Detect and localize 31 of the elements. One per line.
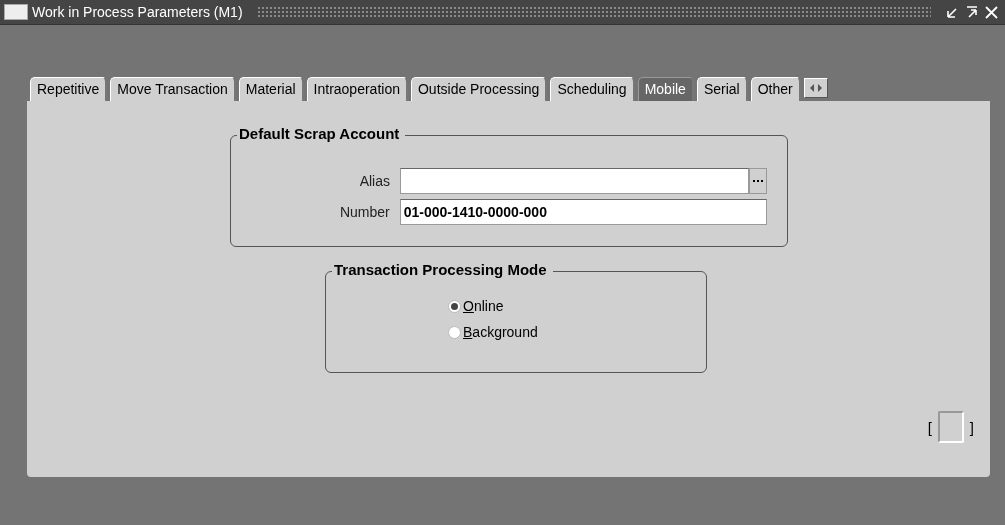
indicator-box (937, 411, 964, 443)
tab[interactable]: Other (750, 77, 801, 101)
radio-button[interactable] (448, 299, 461, 313)
alias-field[interactable] (400, 168, 749, 194)
radio-button[interactable] (448, 325, 461, 339)
tab[interactable]: Repetitive (30, 77, 108, 101)
window-title: Work in Process Parameters (M1) (32, 4, 243, 20)
radio-label: Online (463, 298, 504, 314)
tab[interactable]: Scheduling (550, 77, 635, 101)
minimize-icon[interactable] (947, 8, 957, 18)
left-right-arrows-icon (808, 83, 823, 93)
tab-scroll-button[interactable] (803, 78, 828, 98)
radio-label: Background (463, 324, 538, 340)
tab[interactable]: Mobile (637, 77, 694, 101)
group-title: Transaction Processing Mode (332, 261, 553, 278)
bracket: [ (927, 418, 932, 436)
bracket: ] (969, 418, 974, 436)
maximize-icon[interactable] (966, 6, 978, 18)
tab[interactable]: Intraoperation (306, 77, 408, 101)
number-field[interactable]: 01-000-1410-0000-000 (399, 199, 767, 225)
close-icon[interactable] (985, 6, 998, 19)
field-label: Number (338, 204, 391, 220)
tab[interactable]: Move Transaction (110, 77, 236, 101)
app-logo-icon (4, 4, 28, 20)
list-of-values-button[interactable] (749, 168, 767, 194)
group-title: Default Scrap Account (237, 125, 406, 142)
tab[interactable]: Serial (696, 77, 748, 101)
tab[interactable]: Material (238, 77, 304, 101)
ellipsis-icon (753, 179, 763, 183)
field-label: Alias (358, 173, 391, 189)
tab[interactable]: Outside Processing (410, 77, 548, 101)
